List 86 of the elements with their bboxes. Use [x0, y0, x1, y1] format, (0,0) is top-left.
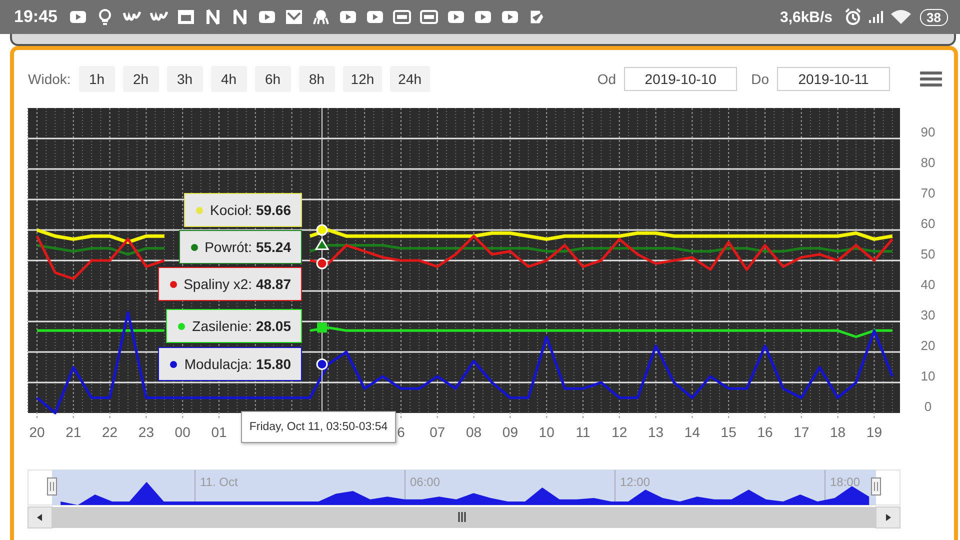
axis-label: 10 — [538, 424, 554, 440]
tooltip-text: Spaliny x2: 48.87 — [184, 276, 291, 292]
axis-label: 13 — [648, 424, 664, 440]
play-icon — [339, 8, 358, 26]
axis-label: 22 — [102, 424, 118, 440]
axis-label: 17 — [794, 424, 810, 440]
point-marker — [316, 358, 328, 370]
view-label: Widok: — [28, 71, 71, 87]
axis-label: 11. Oct — [200, 475, 238, 489]
axis-label: 01 — [211, 424, 227, 440]
blob-icon — [312, 8, 330, 26]
axis-label: 18:00 — [830, 475, 860, 489]
range-button[interactable]: 2h — [122, 66, 159, 92]
to-label: Do — [751, 71, 769, 87]
point-marker — [314, 238, 330, 250]
bar-icon — [204, 8, 222, 26]
axis-label: 18 — [830, 424, 846, 440]
axis-label: 14 — [684, 424, 700, 440]
range-button[interactable]: 3h — [166, 66, 203, 92]
play-icon — [258, 8, 276, 26]
axis-label: 20 — [29, 424, 45, 440]
mail-icon — [285, 8, 304, 26]
battery-level: 38 — [920, 8, 948, 26]
axis-label: 06:00 — [410, 475, 440, 489]
axis-label: 11 — [576, 424, 590, 440]
check-icon — [528, 8, 546, 26]
alarm-clock-icon — [844, 8, 862, 26]
date-field[interactable]: 2019-10-11 — [777, 67, 890, 91]
play-icon — [366, 8, 384, 26]
range-button[interactable]: 8h — [298, 66, 335, 92]
play-icon — [447, 8, 466, 26]
tooltip-text: Kocioł: 59.66 — [210, 202, 291, 218]
play-icon — [474, 8, 492, 26]
axis-label: 19 — [866, 424, 882, 440]
axis-label: 20 — [920, 338, 936, 353]
from-label: Od — [597, 71, 616, 87]
axis-label: 70 — [920, 186, 936, 200]
axis-label: 23 — [138, 424, 154, 440]
axis-label: 6 — [397, 424, 405, 440]
range-button[interactable]: 24h — [390, 66, 430, 92]
axis-label: 0 — [924, 399, 932, 414]
axis-label: 21 — [66, 424, 82, 440]
range-button[interactable]: 6h — [254, 66, 291, 92]
scrollbar-thumb[interactable] — [52, 507, 876, 528]
grip-icon — [458, 511, 466, 523]
axis-label: 16 — [757, 424, 773, 440]
range-button[interactable]: 4h — [210, 66, 247, 92]
axis-label: 12 — [612, 424, 628, 440]
range-handle[interactable] — [871, 478, 881, 496]
card-icon — [393, 8, 412, 26]
tooltip-text: Zasilenie: 28.05 — [192, 318, 291, 334]
axis-label: 00 — [174, 424, 190, 440]
point-marker — [316, 258, 328, 270]
axis-label: 60 — [920, 216, 936, 231]
axis-label: 80 — [920, 155, 936, 170]
network-speed: 3,6kB/s — [780, 8, 833, 26]
signal-icon — [866, 8, 885, 26]
axis-label: 15 — [720, 424, 736, 440]
menu-icon[interactable] — [920, 70, 942, 88]
axis-label: 08 — [466, 424, 482, 440]
wifi-icon — [890, 8, 912, 26]
axis-label: 07 — [430, 424, 446, 440]
play-icon — [69, 8, 88, 26]
square-icon — [177, 8, 196, 26]
axis-label: 09 — [502, 424, 518, 440]
date-field[interactable]: 2019-10-10 — [624, 67, 738, 91]
point-marker — [316, 224, 328, 236]
axis-label: 12:00 — [620, 475, 650, 489]
axis-label: 30 — [920, 308, 936, 322]
tooltip-text: Powrót: 55.24 — [204, 239, 291, 255]
clock-time: 19:45 — [14, 7, 58, 27]
date-tooltip: Friday, Oct 11, 03:50-03:54 — [241, 411, 396, 443]
axis-label: 40 — [920, 277, 936, 292]
range-handle[interactable] — [47, 478, 57, 496]
scroll-left-button[interactable] — [28, 506, 52, 528]
tooltip-text: Modulacja: 15.80 — [184, 356, 291, 372]
scroll-right-button[interactable] — [876, 506, 900, 528]
range-button[interactable]: 12h — [342, 66, 382, 92]
axis-label: 50 — [920, 246, 936, 262]
point-marker — [317, 322, 327, 333]
card-icon — [420, 8, 438, 26]
axis-label: 10 — [920, 368, 936, 384]
bar-icon — [231, 8, 250, 26]
play-icon — [501, 8, 520, 26]
range-button[interactable]: 1h — [78, 66, 115, 92]
axis-label: 90 — [920, 124, 936, 140]
